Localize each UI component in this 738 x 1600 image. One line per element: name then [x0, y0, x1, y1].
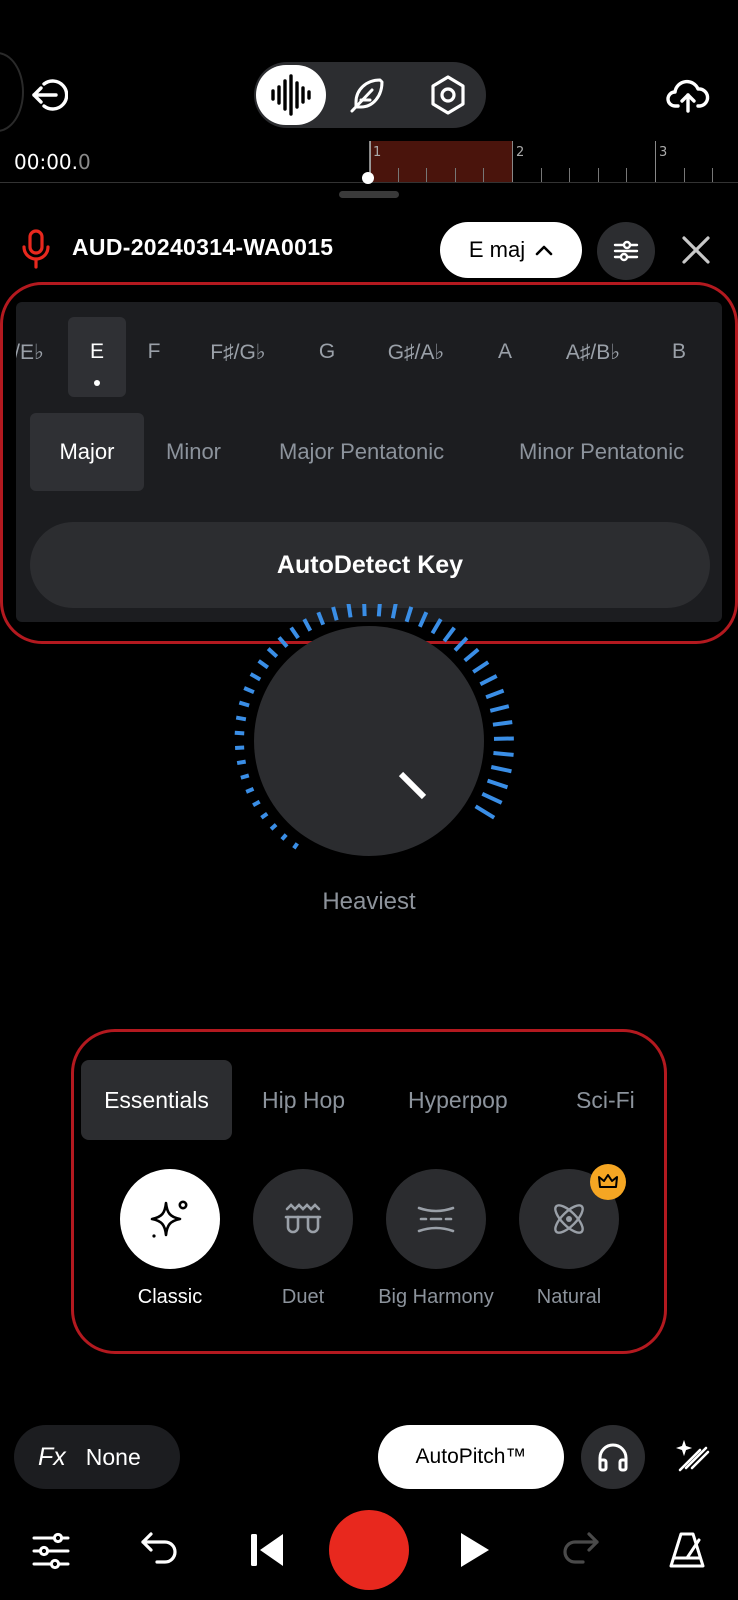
- timeline-tick: [597, 168, 599, 182]
- preset-label: Duet: [281, 1286, 325, 1308]
- knob-ring-segment: [240, 773, 250, 780]
- recording-region[interactable]: [369, 141, 512, 183]
- chevron-up-icon: [535, 245, 553, 256]
- playhead[interactable]: [362, 172, 374, 184]
- knob-ring-segment: [234, 730, 245, 736]
- preset-big-harmony[interactable]: [386, 1169, 486, 1269]
- skip-to-start-icon[interactable]: [247, 1530, 287, 1570]
- record-button[interactable]: [329, 1510, 409, 1590]
- cloud-upload-icon[interactable]: [666, 76, 710, 114]
- key-label: E maj: [468, 237, 526, 262]
- bar-number: 2: [516, 145, 525, 160]
- metronome-icon[interactable]: [667, 1530, 707, 1570]
- category-tab-selected[interactable]: Essentials: [81, 1060, 232, 1140]
- knob-value-label: Heaviest: [322, 888, 416, 915]
- knob-ring-segment: [331, 606, 339, 621]
- preset-label: Classic: [137, 1286, 203, 1308]
- fx-icon: Fx: [38, 1442, 66, 1471]
- knob-ring-segment: [493, 750, 514, 757]
- side-panel-edge[interactable]: [0, 52, 24, 132]
- exit-icon[interactable]: [30, 76, 68, 114]
- mode-tab-settings[interactable]: [426, 73, 470, 117]
- category-tab[interactable]: Sci-Fi: [576, 1060, 635, 1140]
- key-panel-highlight: [0, 282, 738, 644]
- category-tab[interactable]: Hip Hop: [262, 1060, 345, 1140]
- knob-ring-segment: [245, 786, 255, 794]
- harmony-icon: [417, 1206, 455, 1233]
- knob-ring-segment: [486, 778, 509, 790]
- bar-number: 1: [373, 145, 382, 160]
- hex-settings-icon: [431, 75, 465, 115]
- knob-ring-segment: [390, 604, 398, 619]
- knob-ring-segment: [418, 611, 429, 628]
- fx-value: None: [85, 1443, 141, 1470]
- track-settings-button[interactable]: [597, 222, 655, 280]
- mode-tab-waveform[interactable]: [256, 65, 326, 125]
- knob-indicator: [398, 771, 427, 800]
- headphones-icon: [598, 1443, 628, 1472]
- crown-icon: [598, 1174, 618, 1188]
- microphone-icon: [20, 228, 52, 270]
- fx-button[interactable]: Fx None: [14, 1425, 180, 1489]
- knob-ring-segment: [481, 792, 503, 805]
- preset-duet[interactable]: [253, 1169, 353, 1269]
- timeline-tick: [712, 168, 714, 182]
- bar-number: 3: [659, 145, 668, 160]
- autopitch-button[interactable]: AutoPitch™: [378, 1425, 564, 1489]
- knob-ring-segment: [490, 765, 512, 774]
- knob-ring-segment: [235, 715, 247, 722]
- knob-ring-segment: [404, 606, 414, 623]
- timeline-bar-line: [512, 141, 513, 183]
- monitor-button[interactable]: [581, 1425, 645, 1489]
- preset-label: Natural: [536, 1286, 602, 1308]
- timeline-tick: [569, 168, 571, 182]
- feather-icon: [350, 78, 384, 113]
- knob-ring-segment: [376, 604, 382, 617]
- effect-amount-knob[interactable]: [254, 626, 484, 856]
- timeline-tick: [540, 168, 542, 182]
- sliders-icon: [613, 240, 639, 262]
- knob-ring-segment: [489, 704, 510, 713]
- duet-icon: [284, 1203, 322, 1234]
- knob-ring-segment: [238, 700, 250, 708]
- preset-classic[interactable]: [120, 1169, 220, 1269]
- knob-ring-segment: [485, 688, 505, 700]
- premium-badge: [590, 1164, 626, 1200]
- mode-tab-feather[interactable]: [346, 74, 388, 116]
- knob-ring-segment: [316, 611, 326, 626]
- knob-ring-segment: [346, 604, 353, 618]
- timeline-tick: [426, 168, 428, 182]
- timeline-tick: [454, 168, 456, 182]
- magic-wand-icon[interactable]: [676, 1438, 712, 1474]
- knob-ring-segment: [362, 604, 367, 617]
- timeline-bar-line: [655, 141, 656, 183]
- track-name: AUD-20240314-WA0015: [72, 234, 334, 260]
- drag-handle[interactable]: [339, 191, 399, 198]
- timeline-tick: [483, 168, 485, 182]
- knob-ring-segment: [492, 720, 513, 727]
- key-selector-button[interactable]: E maj: [440, 222, 582, 278]
- timeline-tick: [626, 168, 628, 182]
- knob-ring-segment: [243, 686, 255, 694]
- play-icon[interactable]: [458, 1530, 492, 1570]
- mixer-icon[interactable]: [31, 1531, 71, 1571]
- category-tab[interactable]: Hyperpop: [408, 1060, 508, 1140]
- sparkle-icon: [150, 1200, 188, 1238]
- waveform-icon: [271, 74, 311, 116]
- redo-icon: [559, 1530, 601, 1570]
- close-icon[interactable]: [680, 234, 712, 266]
- time-readout: 00:00.0: [14, 150, 91, 174]
- timeline-tick: [683, 168, 685, 182]
- timeline-tick: [397, 168, 399, 182]
- preset-label: Big Harmony: [378, 1286, 494, 1308]
- atom-icon: [554, 1204, 584, 1234]
- undo-icon[interactable]: [139, 1530, 181, 1570]
- knob-ring-segment: [236, 759, 247, 766]
